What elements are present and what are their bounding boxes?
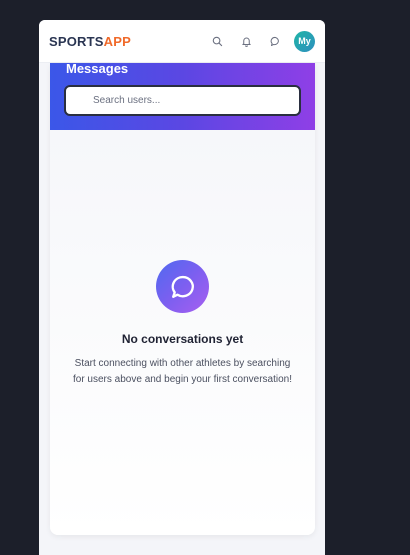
- empty-state: No conversations yet Start connecting wi…: [50, 130, 315, 535]
- search-icon[interactable]: [203, 27, 232, 56]
- user-avatar[interactable]: My: [294, 30, 315, 52]
- search-box: [64, 85, 301, 116]
- top-navbar: SPORTS APP My: [39, 20, 325, 63]
- messages-panel: Messages No conversations yet Start conn…: [50, 63, 315, 535]
- app-logo[interactable]: SPORTS APP: [49, 34, 131, 49]
- search-users-input[interactable]: [66, 87, 299, 114]
- chat-bubble-icon: [156, 260, 209, 313]
- logo-text-app: APP: [103, 33, 131, 49]
- empty-state-title: No conversations yet: [121, 332, 244, 346]
- empty-state-description: Start connecting with other athletes by …: [72, 358, 292, 385]
- page-title: Messages: [66, 63, 129, 76]
- logo-text-sports: SPORTS: [49, 33, 104, 49]
- app-window: SPORTS APP My Messages Search users... N…: [39, 20, 325, 555]
- bell-icon[interactable]: [232, 27, 261, 56]
- chat-icon[interactable]: [261, 27, 290, 56]
- messages-header: Messages: [50, 63, 315, 130]
- nav-icons: My: [203, 27, 315, 56]
